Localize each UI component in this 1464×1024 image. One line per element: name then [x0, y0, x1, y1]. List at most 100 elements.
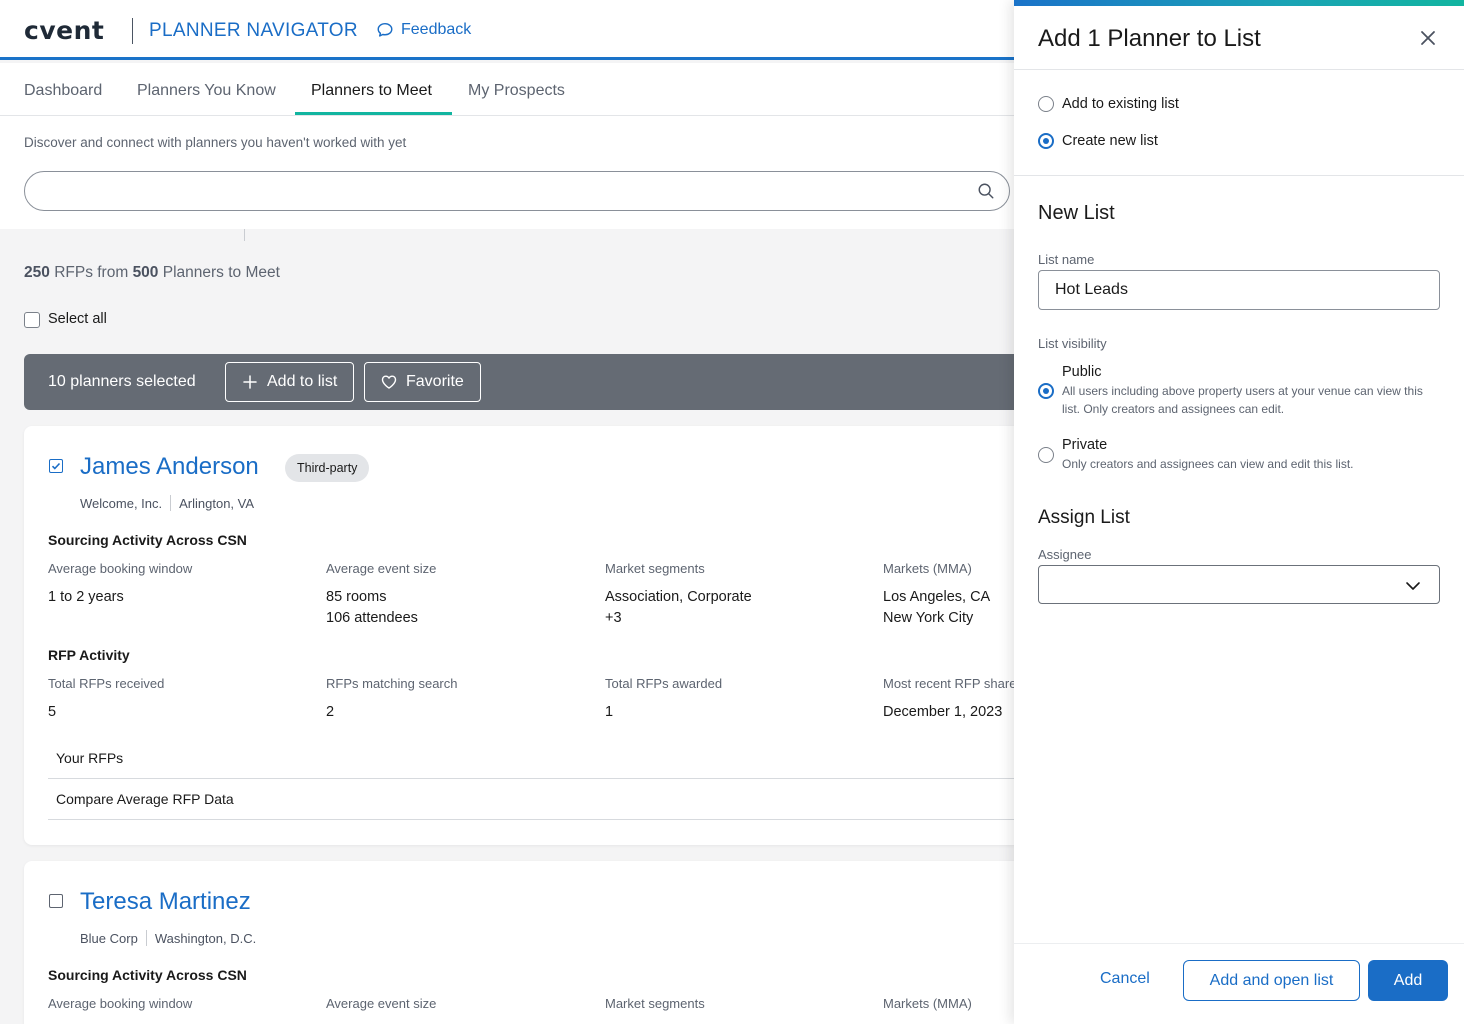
add-to-list-panel: Add 1 Planner to List Add to existing li… [1014, 0, 1464, 1024]
add-to-list-button[interactable]: Add to list [225, 362, 355, 402]
rfp-activity-title: RFP Activity [48, 647, 130, 663]
your-rfps-row[interactable]: Your RFPs [48, 738, 1024, 779]
intro-section: Discover and connect with planners you h… [0, 116, 1014, 229]
planner-checkbox[interactable] [49, 459, 63, 473]
create-new-list-radio[interactable] [1038, 133, 1054, 149]
planner-count: 500 [132, 264, 159, 281]
market-segments-value: Association, Corporate [605, 589, 752, 605]
meta-divider [145, 930, 147, 946]
assign-list-heading: Assign List [1038, 507, 1130, 528]
intro-text: Discover and connect with planners you h… [24, 135, 407, 150]
markets-label: Markets (MMA) [883, 996, 972, 1011]
add-and-open-list-button[interactable]: Add and open list [1183, 960, 1360, 1001]
total-rfps-received-label: Total RFPs received [48, 676, 165, 691]
compare-rfp-data-row[interactable]: Compare Average RFP Data [48, 779, 1024, 820]
recent-rfp-label: Most recent RFP shared [883, 676, 1024, 691]
tab-my-prospects[interactable]: My Prospects [468, 82, 565, 100]
add-button[interactable]: Add [1368, 960, 1448, 1001]
event-size-attendees: 106 attendees [326, 610, 418, 626]
panel-accent-bar [1014, 0, 1464, 6]
search-icon[interactable] [977, 182, 995, 200]
market-value: New York City [883, 610, 974, 626]
chevron-down-icon [1406, 582, 1420, 590]
tab-dashboard[interactable]: Dashboard [24, 82, 102, 100]
planner-name[interactable]: Teresa Martinez [80, 888, 251, 916]
sourcing-title: Sourcing Activity Across CSN [48, 967, 247, 983]
section-divider [244, 229, 245, 241]
event-size-label: Average event size [326, 561, 437, 576]
event-size-label: Average event size [326, 996, 437, 1011]
search-input[interactable] [24, 171, 1010, 211]
market-segments-more[interactable]: +3 [605, 608, 622, 629]
planner-location: Washington, D.C. [154, 930, 257, 946]
planner-location: Arlington, VA [179, 495, 255, 511]
assignee-label: Assignee [1038, 547, 1092, 562]
feedback-link[interactable]: Feedback [376, 21, 471, 39]
selection-count: 10 planners selected [48, 373, 196, 390]
markets-label: Markets (MMA) [883, 561, 972, 576]
event-size-rooms: 85 rooms [326, 589, 387, 605]
rfp-count: 250 [24, 264, 50, 281]
rfps-matching-label: RFPs matching search [326, 676, 458, 691]
selection-bar: 10 planners selected Add to list Favorit… [24, 354, 1024, 410]
sourcing-title: Sourcing Activity Across CSN [48, 532, 247, 548]
add-to-existing-radio[interactable] [1038, 96, 1054, 112]
feedback-label: Feedback [401, 21, 472, 38]
visibility-public-label[interactable]: Public [1062, 364, 1102, 380]
favorite-button[interactable]: Favorite [364, 362, 481, 402]
active-tab-indicator [295, 112, 452, 115]
rfps-awarded-value: 1 [605, 704, 614, 720]
rfps-matching-value: 2 [326, 704, 335, 720]
select-all-checkbox[interactable] [24, 312, 40, 328]
visibility-private-description: Only creators and assignees can view and… [1062, 457, 1354, 471]
panel-divider [1014, 175, 1464, 176]
total-rfps-received-value: 5 [48, 704, 57, 720]
planner-card: Teresa Martinez Blue Corp Washington, D.… [24, 861, 1024, 1024]
panel-footer: Cancel Add and open list Add [1014, 943, 1464, 1024]
planner-company: Welcome, Inc. [80, 495, 163, 511]
app-title[interactable]: PLANNER NAVIGATOR [149, 20, 358, 42]
visibility-private-radio[interactable] [1038, 447, 1054, 463]
planner-text: Planners to Meet [162, 264, 280, 281]
chat-bubble-icon [377, 22, 393, 37]
planner-checkbox[interactable] [49, 894, 63, 908]
cancel-button[interactable]: Cancel [1100, 970, 1150, 988]
cvent-logo[interactable]: cvent [24, 16, 104, 45]
list-visibility-label: List visibility [1038, 336, 1107, 351]
planner-company: Blue Corp [80, 930, 138, 946]
results-count: 250 RFPs from 500 Planners to Meet [24, 264, 280, 282]
logo-divider [132, 18, 133, 44]
close-icon[interactable] [1418, 28, 1438, 48]
booking-window-label: Average booking window [48, 561, 193, 576]
list-name-input[interactable]: Hot Leads [1038, 270, 1440, 310]
plus-icon [243, 375, 257, 389]
rfps-awarded-label: Total RFPs awarded [605, 676, 723, 691]
assignee-select[interactable] [1038, 565, 1440, 604]
booking-window-value: 1 to 2 years [48, 589, 124, 605]
planner-name[interactable]: James Anderson [80, 453, 259, 481]
nav-tabs: Dashboard Planners You Know Planners to … [0, 63, 1014, 116]
market-segments-label: Market segments [605, 996, 705, 1011]
create-new-list-label[interactable]: Create new list [1062, 133, 1158, 149]
planner-card: James Anderson Third-party Welcome, Inc.… [24, 426, 1024, 845]
market-value: Los Angeles, CA [883, 589, 991, 605]
panel-divider [1014, 69, 1464, 70]
add-to-existing-label[interactable]: Add to existing list [1062, 96, 1179, 112]
planner-meta: Welcome, Inc. Arlington, VA [80, 495, 254, 511]
list-name-label: List name [1038, 252, 1095, 267]
market-segments-label: Market segments [605, 561, 705, 576]
visibility-public-description: All users including above property users… [1062, 384, 1423, 416]
select-all-label[interactable]: Select all [48, 311, 107, 327]
panel-title: Add 1 Planner to List [1038, 25, 1261, 52]
booking-window-label: Average booking window [48, 996, 193, 1011]
heart-icon [381, 375, 397, 389]
visibility-private-label[interactable]: Private [1062, 437, 1107, 453]
checkmark-icon [51, 462, 61, 470]
tab-planners-you-know[interactable]: Planners You Know [137, 82, 276, 100]
top-header: cvent PLANNER NAVIGATOR Feedback [0, 0, 1014, 60]
visibility-public-radio[interactable] [1038, 383, 1054, 399]
tab-planners-to-meet[interactable]: Planners to Meet [311, 82, 432, 100]
meta-divider [170, 495, 172, 511]
recent-rfp-value: December 1, 2023 [883, 704, 1003, 720]
planner-meta: Blue Corp Washington, D.C. [80, 930, 256, 946]
